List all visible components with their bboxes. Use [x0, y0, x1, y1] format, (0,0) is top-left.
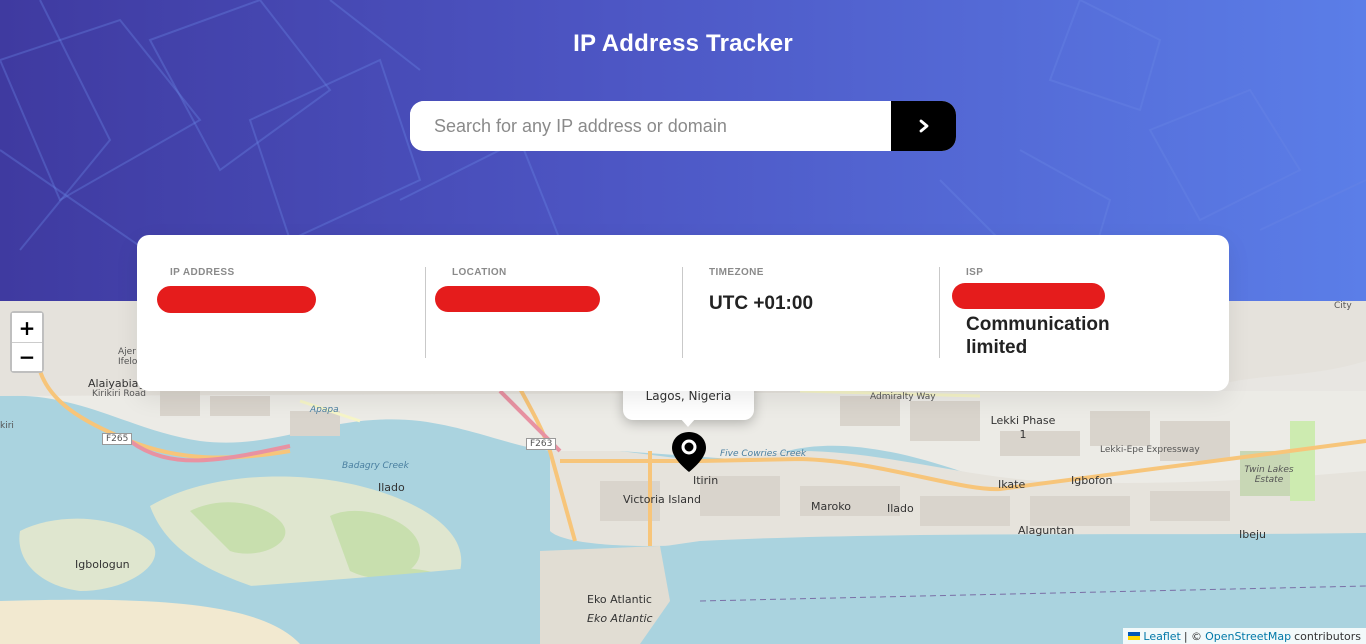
redaction-mark: [435, 286, 600, 312]
isp-section: ISP Communication limited: [966, 267, 1166, 359]
map-label-igbologun: Igbologun: [75, 558, 130, 571]
zoom-in-button[interactable]: +: [12, 313, 42, 342]
popup-tip: [680, 418, 696, 427]
attribution-suffix: contributors: [1294, 629, 1361, 643]
map-label-maroko: Maroko: [811, 500, 851, 513]
map-label-ilado: Ilado: [378, 481, 405, 494]
openstreetmap-link[interactable]: OpenStreetMap: [1205, 630, 1291, 643]
map-label-alaguntan: Alaguntan: [1018, 524, 1075, 537]
timezone-label: TIMEZONE: [709, 267, 764, 278]
map-label-kiri: kiri: [0, 421, 14, 431]
attribution-separator: | ©: [1183, 629, 1203, 643]
map-label-ifelo: Ifelo: [118, 357, 138, 367]
divider: [939, 267, 940, 358]
location-label: LOCATION: [452, 267, 507, 278]
map-label-f263: F263: [526, 438, 557, 450]
leaflet-link[interactable]: Leaflet: [1143, 630, 1180, 643]
map-label-f265: F265: [102, 433, 133, 445]
divider: [425, 267, 426, 358]
map-label-victoria-island: Victoria Island: [623, 493, 701, 506]
timezone-value: UTC +01:00: [709, 293, 814, 314]
map-label-igbofon: Igbofon: [1071, 474, 1113, 487]
redaction-mark: [952, 283, 1105, 309]
map-label-ilado-2: Ilado: [887, 502, 914, 515]
map-label-lekki: Lekki Phase 1: [990, 414, 1056, 441]
map-label-badagry: Badagry Creek: [342, 461, 409, 471]
redaction-mark: [157, 286, 316, 313]
map-label-eko-atlantic-2: Eko Atlantic: [587, 612, 653, 625]
divider: [682, 267, 683, 358]
map-label-apapa: Apapa: [310, 405, 339, 415]
map-label-ajer: Ajer: [118, 347, 136, 357]
map-label-kirikiri: Kirikiri Road: [92, 389, 146, 399]
search-submit-button[interactable]: [891, 101, 956, 151]
map-label-ikate: Ikate: [998, 478, 1026, 491]
page-title: IP Address Tracker: [573, 30, 793, 57]
isp-label: ISP: [966, 267, 984, 278]
map-label-twin-lakes: Twin Lakes Estate: [1244, 465, 1294, 485]
map-label-five-cowries: Five Cowries Creek: [720, 449, 807, 459]
map-label-itirin: Itirin: [693, 474, 719, 487]
timezone-section: TIMEZONE UTC +01:00: [709, 267, 813, 315]
chevron-right-icon: [919, 119, 928, 133]
ip-address-label: IP ADDRESS: [170, 267, 235, 278]
map-label-ibeju: Ibeju: [1239, 528, 1267, 541]
zoom-out-button[interactable]: −: [12, 342, 42, 371]
info-card: IP ADDRESS LOCATION TIMEZONE UTC +01:00 …: [137, 235, 1229, 391]
map-label-city: City: [1334, 301, 1352, 311]
zoom-control: + −: [10, 311, 44, 373]
map-attribution: Leaflet | © OpenStreetMap contributors: [1123, 628, 1366, 644]
map-label-admiralty: Admiralty Way: [870, 392, 936, 402]
location-marker-icon[interactable]: [671, 431, 707, 473]
map-label-lekki-epe: Lekki-Epe Expressway: [1100, 445, 1200, 455]
search-input[interactable]: [410, 101, 891, 151]
map-label-eko-atlantic: Eko Atlantic: [587, 593, 652, 606]
isp-value: Communication limited: [966, 314, 1110, 358]
search-bar: [410, 101, 956, 151]
ukraine-flag-icon: [1128, 632, 1141, 640]
